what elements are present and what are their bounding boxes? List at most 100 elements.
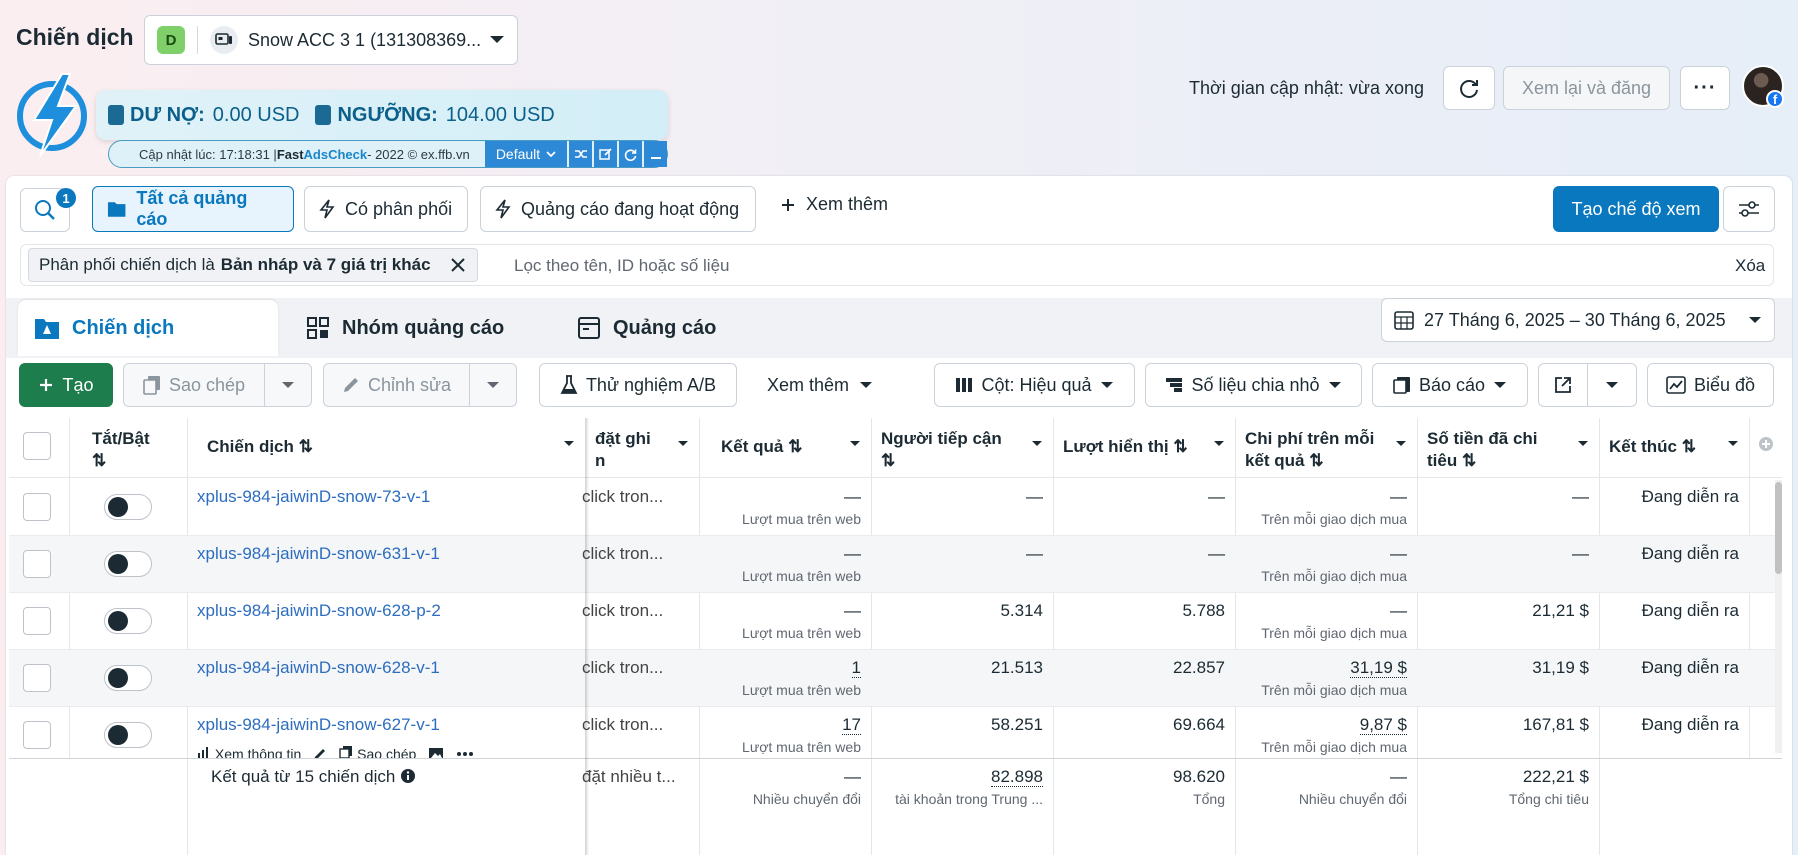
header-impressions[interactable]: Lượt hiển thị ⇅ — [1053, 418, 1235, 478]
export-menu-button[interactable] — [1587, 363, 1637, 407]
account-name: Snow ACC 3 1 (131308369... — [248, 29, 482, 50]
duplicate-menu-button[interactable] — [264, 363, 312, 407]
sort-icon: ⇅ — [881, 451, 896, 470]
results-value[interactable]: 17 — [842, 715, 861, 735]
campaign-name-link[interactable]: xplus-984-jaiwinD-snow-627-v-1 — [197, 715, 440, 735]
chevron-down-icon — [1032, 441, 1042, 446]
edit-button[interactable] — [594, 141, 617, 167]
refresh-button[interactable] — [1443, 66, 1495, 110]
campaign-name-link[interactable]: xplus-984-jaiwinD-snow-628-v-1 — [197, 658, 440, 678]
campaign-toggle[interactable] — [104, 608, 152, 634]
breakdown-button[interactable]: Số liệu chia nhỏ — [1145, 363, 1362, 407]
toolbar-see-more-label: Xem thêm — [767, 374, 850, 395]
adscheck-status-bar: Cập nhật lúc: 17:18:31 | Fast AdsCheck -… — [108, 140, 668, 168]
header-campaign[interactable]: Chiến dịch ⇅ — [197, 418, 585, 478]
impressions-cell: — — [1208, 487, 1225, 506]
tab-ads-label: Quảng cáo — [613, 316, 717, 339]
view-all-ads[interactable]: Tất cả quảng cáo — [92, 186, 294, 232]
row-checkbox[interactable] — [23, 607, 51, 635]
column-divider — [187, 759, 188, 855]
cpr-value[interactable]: 9,87 $ — [1359, 715, 1407, 735]
chevron-down-icon — [1214, 441, 1224, 446]
campaign-toggle[interactable] — [104, 722, 152, 748]
duplicate-button[interactable]: Sao chép — [123, 363, 265, 407]
table-row[interactable]: xplus-984-jaiwinD-snow-628-p-2 click tro… — [9, 593, 1782, 650]
reload-button[interactable] — [619, 141, 642, 167]
create-button[interactable]: Tạo — [19, 363, 113, 407]
filter-chip[interactable]: Phân phối chiến dịch là Bản nháp và 7 gi… — [28, 248, 478, 282]
view-active-ads-label: Quảng cáo đang hoạt động — [521, 198, 740, 219]
bid-strategy-cell: click tron... — [582, 658, 664, 677]
scrollbar-thumb[interactable] — [1775, 482, 1782, 574]
table-row[interactable]: xplus-984-jaiwinD-snow-73-v-1 click tron… — [9, 479, 1782, 536]
view-has-delivery[interactable]: Có phân phối — [304, 186, 468, 232]
edit-menu-button[interactable] — [469, 363, 517, 407]
profile-select[interactable]: Default — [485, 141, 567, 167]
select-all-checkbox[interactable] — [23, 432, 51, 460]
see-more-views[interactable]: Xem thêm — [780, 194, 888, 215]
campaign-folder-icon — [35, 319, 59, 339]
header-bid-label-2: n — [595, 451, 606, 470]
results-value[interactable]: 1 — [851, 658, 861, 678]
chevron-down-icon — [860, 381, 873, 388]
reach-cell: — — [1026, 544, 1043, 563]
campaign-toggle[interactable] — [104, 494, 152, 520]
charts-button[interactable]: Biểu đồ — [1647, 363, 1774, 407]
cpr-value[interactable]: 31,19 $ — [1350, 658, 1407, 678]
more-options-button[interactable]: ··· — [1680, 66, 1730, 110]
filter-search-input[interactable]: Lọc theo tên, ID hoặc số liệu — [514, 256, 729, 276]
campaign-name-link[interactable]: xplus-984-jaiwinD-snow-73-v-1 — [197, 487, 430, 507]
close-icon[interactable] — [449, 256, 467, 274]
view-active-ads[interactable]: Quảng cáo đang hoạt động — [480, 186, 756, 232]
row-checkbox[interactable] — [23, 550, 51, 578]
review-publish-button[interactable]: Xem lại và đăng — [1503, 66, 1670, 110]
header-ends[interactable]: Kết thúc ⇅ — [1599, 418, 1749, 478]
export-button[interactable] — [1538, 363, 1588, 407]
minimize-button[interactable] — [644, 141, 667, 167]
chevron-down-icon — [282, 381, 294, 388]
reports-button[interactable]: Báo cáo — [1372, 363, 1528, 407]
toolbar-see-more[interactable]: Xem thêm — [767, 363, 873, 407]
add-column-button[interactable] — [1754, 418, 1782, 478]
header-amount-spent[interactable]: Số tiền đã chi tiêu ⇅ — [1417, 418, 1599, 478]
export-icon — [1555, 377, 1571, 393]
info-icon[interactable] — [400, 768, 416, 784]
tab-adsets[interactable]: Nhóm quảng cáo — [290, 300, 550, 356]
ab-test-button[interactable]: Thử nghiệm A/B — [539, 363, 737, 407]
toggle-knob — [108, 725, 128, 745]
money-icon — [315, 105, 332, 125]
more-icon[interactable] — [456, 751, 474, 757]
settings-button[interactable] — [1723, 186, 1775, 232]
edit-button[interactable]: Chỉnh sửa — [323, 363, 470, 407]
table-row[interactable]: xplus-984-jaiwinD-snow-627-v-1 Xem thông… — [9, 707, 1782, 762]
row-checkbox[interactable] — [23, 721, 51, 749]
create-view-button[interactable]: Tạo chế độ xem — [1553, 186, 1719, 232]
debt-panel: DƯ NỢ: 0.00 USD NGƯỠNG: 104.00 USD — [96, 90, 668, 140]
campaign-toggle[interactable] — [104, 665, 152, 691]
row-checkbox[interactable] — [23, 493, 51, 521]
date-range-picker[interactable]: 27 Tháng 6, 2025 – 30 Tháng 6, 2025 — [1381, 298, 1775, 342]
campaign-name-link[interactable]: xplus-984-jaiwinD-snow-628-p-2 — [197, 601, 441, 621]
reach-cell: 5.314 — [1000, 601, 1043, 620]
columns-button[interactable]: Cột: Hiệu quả — [934, 363, 1135, 407]
tab-ads[interactable]: Quảng cáo — [561, 300, 821, 356]
table-row[interactable]: xplus-984-jaiwinD-snow-631-v-1 click tro… — [9, 536, 1782, 593]
header-bid-strategy[interactable]: đặt ghi n — [585, 418, 699, 478]
clear-filters-button[interactable]: Xóa — [1735, 256, 1765, 276]
footer-reach-sub: tài khoản trong Trung ... — [895, 791, 1043, 807]
header-results[interactable]: Kết quả ⇅ — [699, 418, 871, 478]
campaign-toggle[interactable] — [104, 551, 152, 577]
header-toggle[interactable]: Tắt/Bật ⇅ — [82, 418, 197, 478]
campaign-name-link[interactable]: xplus-984-jaiwinD-snow-631-v-1 — [197, 544, 440, 564]
account-selector[interactable]: D Snow ACC 3 1 (131308369... — [144, 15, 518, 65]
header-cost-per-result[interactable]: Chi phí trên mỗi kết quả ⇅ — [1235, 418, 1417, 478]
table-row[interactable]: xplus-984-jaiwinD-snow-628-v-1 click tro… — [9, 650, 1782, 707]
footer-impressions-sub: Tổng — [1193, 791, 1225, 807]
footer-reach-value[interactable]: 82.898 — [991, 767, 1043, 787]
chart-icon — [1666, 376, 1686, 394]
header-reach[interactable]: Người tiếp cận ⇅ — [871, 418, 1053, 478]
account-badge: D — [157, 26, 185, 54]
shuffle-button[interactable] — [569, 141, 592, 167]
row-checkbox[interactable] — [23, 664, 51, 692]
tab-campaigns[interactable]: Chiến dịch — [18, 300, 278, 356]
